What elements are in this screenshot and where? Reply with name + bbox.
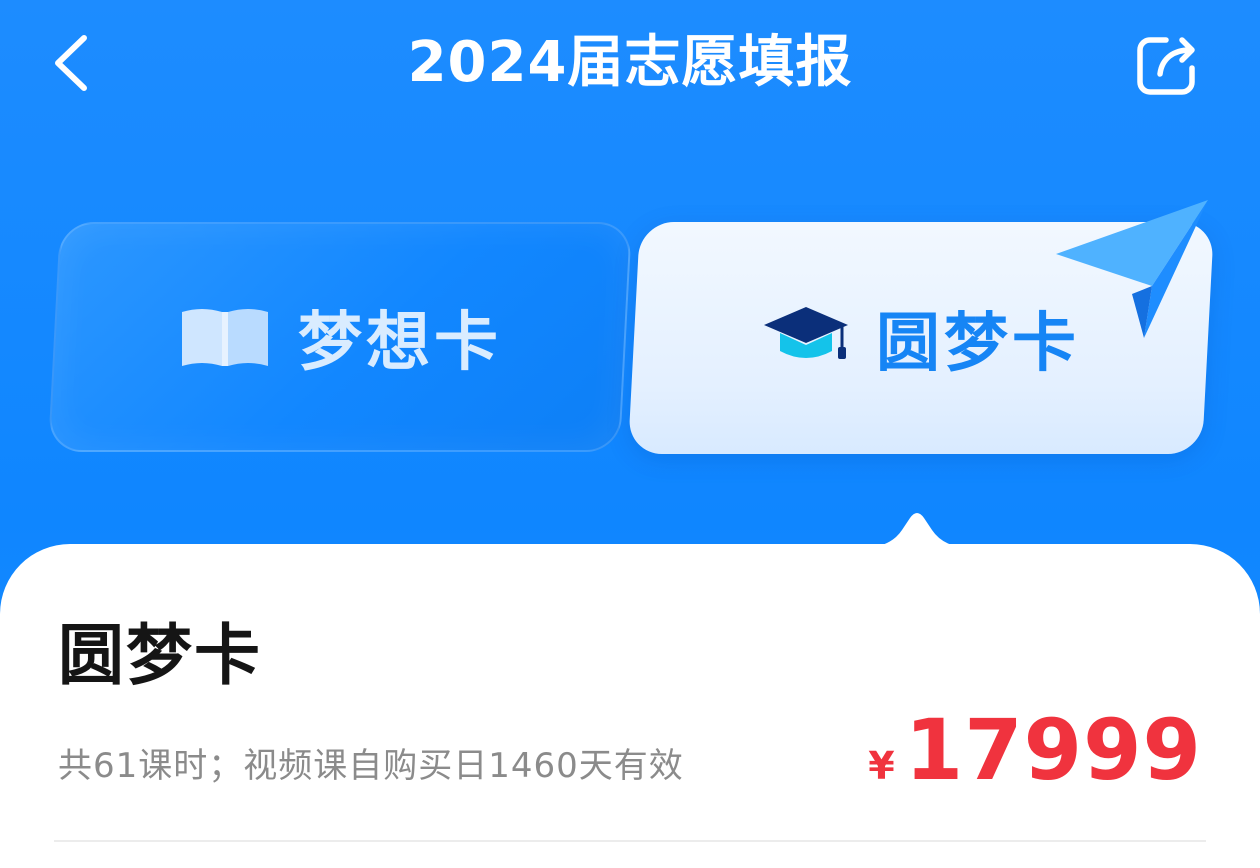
product-title: 圆梦卡 [58,617,262,694]
open-book-icon [182,309,268,366]
tab-label: 梦想卡 [298,306,502,380]
product-description: 共61课时；视频课自购买日1460天有效 [58,746,684,786]
share-button[interactable] [1132,30,1204,102]
price-currency: ¥ [868,744,895,788]
page-title: 2024届志愿填报 [407,30,853,95]
share-icon [1137,37,1195,95]
screen: 2024届志愿填报 梦想卡 圆梦卡 圆梦卡 共61课时；视频课自购买日1460天… [0,0,1260,868]
tab-pointer [862,513,972,548]
graduation-cap-icon [764,307,848,359]
tab-dream-card[interactable]: 梦想卡 [47,222,633,452]
header: 2024届志愿填报 [0,0,1260,135]
tab-label: 圆梦卡 [876,307,1080,381]
price-amount: 17999 [904,701,1202,799]
paper-plane-icon [1056,200,1208,338]
product-price: ¥ 17999 [868,700,1202,800]
divider [54,840,1206,842]
